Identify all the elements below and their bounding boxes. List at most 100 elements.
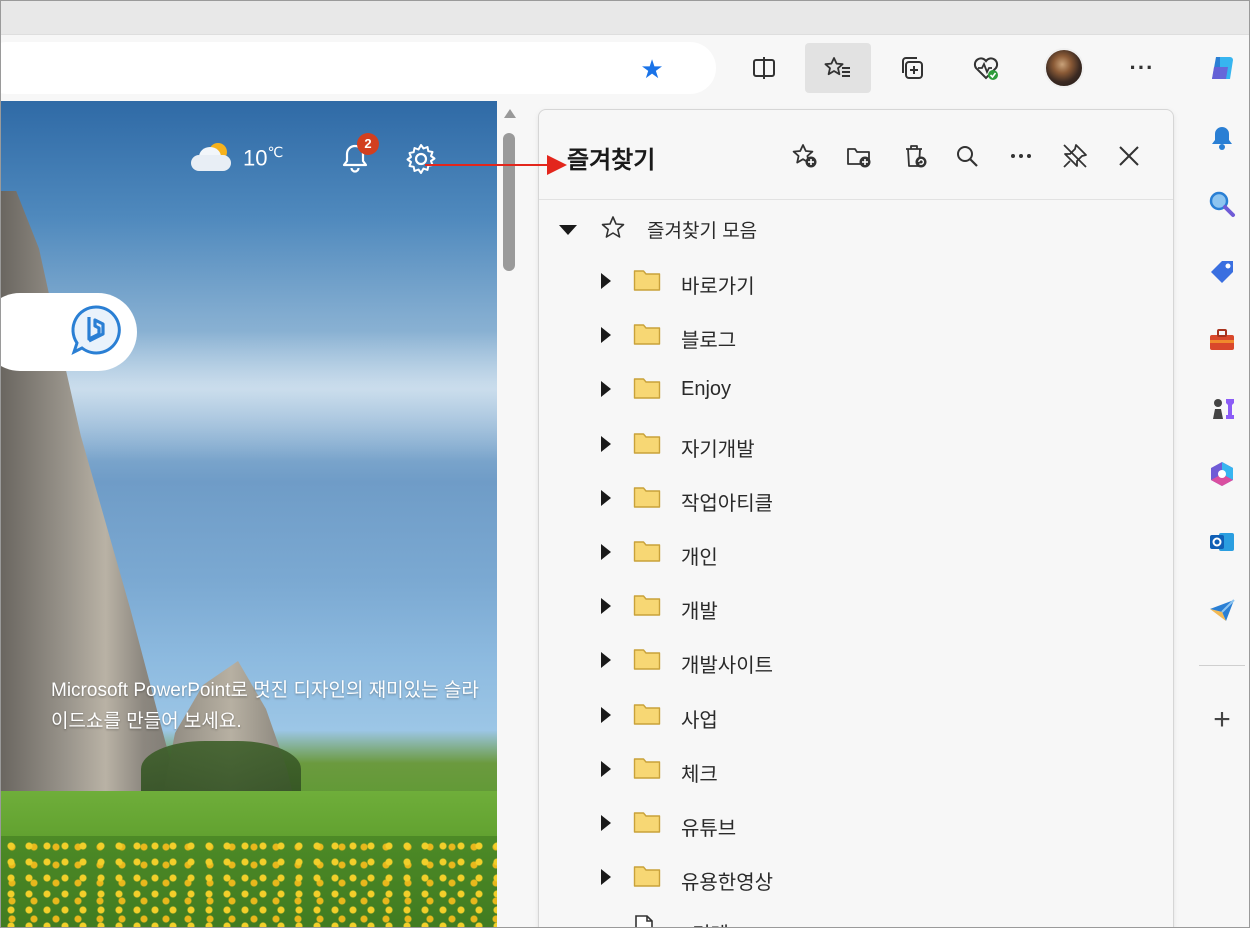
favorites-title: 즐겨찾기 [567, 147, 656, 174]
background-caption[interactable]: Microsoft PowerPoint로 멋진 디자인의 재미있는 슬라이드쇼… [51, 675, 491, 737]
folder-icon [633, 595, 661, 616]
send-icon [1210, 599, 1235, 621]
add-favorite-icon [792, 144, 817, 168]
favorites-folder[interactable]: 사업 [539, 694, 1173, 738]
caret-right-icon[interactable] [601, 815, 611, 831]
page-scrollbar[interactable] [497, 101, 523, 927]
bell-icon [1212, 127, 1232, 150]
search-icon [957, 146, 978, 167]
favorites-folder[interactable]: 바로가기 [539, 260, 1173, 304]
search-favorites-button[interactable] [949, 138, 985, 174]
notifications-button[interactable] [1203, 119, 1241, 157]
favorites-folder[interactable]: 개인 [539, 531, 1173, 575]
address-bar[interactable]: ★ [1, 42, 716, 94]
bing-chat-icon[interactable] [69, 303, 123, 357]
favorites-folder[interactable]: 유용한영상 [539, 856, 1173, 900]
caret-right-icon[interactable] [601, 761, 611, 777]
root-folder-label: 즐겨찾기 모음 [647, 221, 758, 242]
new-tab-page: 10℃ 2 Microsoft PowerPoint로 멋진 디자인의 재미있는… [1, 101, 497, 927]
folder-icon [633, 704, 661, 725]
folder-label: 유튜브 [681, 818, 737, 840]
browser-essentials-button[interactable] [953, 43, 1019, 93]
search-sidebar-button[interactable] [1203, 185, 1241, 223]
caret-right-icon[interactable] [601, 490, 611, 506]
favorites-folder[interactable]: 블로그 [539, 314, 1173, 358]
favorites-header: 즐겨찾기 [539, 110, 1173, 200]
health-heart-icon [973, 57, 999, 80]
profile-button[interactable] [1031, 43, 1097, 93]
favorite-item[interactable]: o미레 [539, 908, 1173, 927]
tools-button[interactable] [1203, 321, 1241, 359]
folder-label: 개발사이트 [681, 655, 773, 677]
caret-right-icon[interactable] [601, 381, 611, 397]
toolbox-icon [1210, 329, 1234, 350]
drop-button[interactable] [1203, 591, 1241, 629]
outlook-icon [1210, 533, 1234, 551]
favorites-folder[interactable]: 개발 [539, 585, 1173, 629]
folder-icon [633, 649, 661, 670]
caret-right-icon[interactable] [601, 652, 611, 668]
favorites-more-button[interactable] [1003, 138, 1039, 174]
search-icon [1209, 191, 1235, 217]
caret-down-icon[interactable] [559, 225, 577, 235]
edge-sidebar: + [1193, 35, 1249, 927]
favorites-folder[interactable]: 체크 [539, 748, 1173, 792]
caret-right-icon[interactable] [601, 327, 611, 343]
office-button[interactable] [1203, 455, 1241, 493]
favorites-list-icon [824, 57, 850, 77]
favorites-bar-root[interactable]: 즐겨찾기 모음 [539, 206, 1173, 250]
add-favorite-button[interactable] [787, 138, 823, 174]
collections-icon [902, 57, 923, 79]
caret-right-icon[interactable] [601, 544, 611, 560]
scroll-up-arrow-icon[interactable] [504, 109, 516, 118]
folder-label: Enjoy [681, 378, 732, 400]
collections-button[interactable] [879, 43, 945, 93]
caret-right-icon[interactable] [601, 273, 611, 289]
caret-right-icon[interactable] [601, 436, 611, 452]
caret-right-icon[interactable] [601, 707, 611, 723]
pin-favorites-button[interactable] [1057, 138, 1093, 174]
folder-icon [633, 758, 661, 779]
split-screen-icon [753, 57, 775, 79]
folder-label: 사업 [681, 710, 718, 732]
favorites-button[interactable] [805, 43, 871, 93]
annotation-arrow [425, 155, 567, 175]
favorites-folder[interactable]: 작업아티클 [539, 477, 1173, 521]
copilot-button[interactable] [1203, 49, 1241, 87]
deleted-favorites-button[interactable] [897, 138, 933, 174]
background-flowers [1, 836, 497, 927]
favorites-folder[interactable]: 개발사이트 [539, 639, 1173, 683]
favorites-folder[interactable]: Enjoy [539, 368, 1173, 412]
folder-icon [633, 812, 661, 833]
more-icon [1011, 154, 1031, 158]
weather-widget[interactable]: 10℃ [191, 143, 283, 173]
close-favorites-button[interactable] [1111, 138, 1147, 174]
folder-label: 체크 [681, 764, 718, 786]
outlook-button[interactable] [1203, 523, 1241, 561]
profile-avatar [1044, 48, 1084, 88]
pin-icon [1063, 144, 1087, 168]
weather-temperature: 10℃ [243, 144, 284, 171]
add-folder-button[interactable] [841, 138, 877, 174]
more-icon: ··· [1129, 55, 1155, 80]
trash-icon [906, 145, 927, 168]
split-screen-button[interactable] [731, 43, 797, 93]
folder-label: 개발 [681, 601, 718, 623]
games-button[interactable] [1203, 389, 1241, 427]
shopping-button[interactable] [1203, 253, 1241, 291]
caret-right-icon[interactable] [601, 869, 611, 885]
add-sidebar-app-button[interactable]: + [1203, 701, 1241, 739]
caret-right-icon[interactable] [601, 598, 611, 614]
folder-label: 유용한영상 [681, 872, 773, 894]
folder-icon [633, 433, 661, 454]
favorite-star-icon[interactable]: ★ [637, 56, 667, 82]
office-icon [1211, 462, 1233, 486]
page-icon [635, 915, 653, 927]
favorites-folder[interactable]: 자기개발 [539, 423, 1173, 467]
folder-icon [633, 378, 661, 399]
more-button[interactable]: ··· [1109, 43, 1175, 93]
favorite-item-label: o미레 [681, 918, 729, 927]
tag-icon [1211, 261, 1233, 283]
favorites-folder[interactable]: 유튜브 [539, 802, 1173, 846]
chess-icon [1213, 399, 1234, 419]
